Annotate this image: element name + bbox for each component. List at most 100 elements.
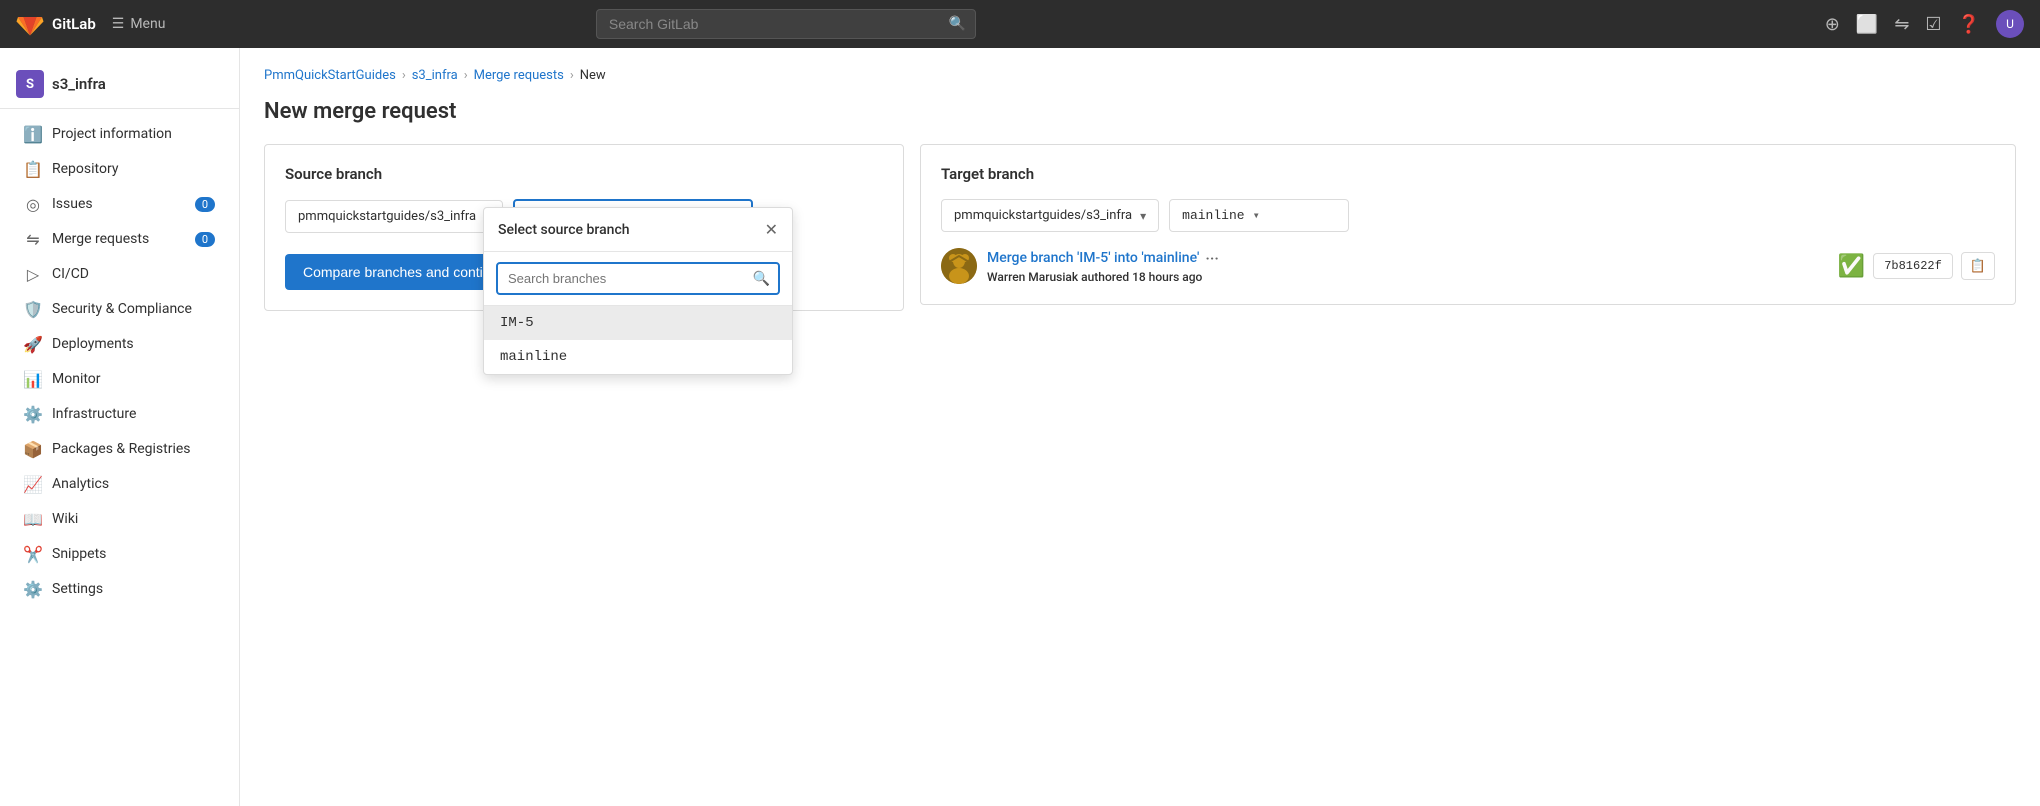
breadcrumb-pmm[interactable]: PmmQuickStartGuides bbox=[264, 68, 396, 83]
snippets-icon: ✂️ bbox=[24, 545, 42, 563]
target-branch-selectors: pmmquickstartguides/s3_infra ▾ mainline … bbox=[941, 199, 1995, 232]
sidebar-item-monitor[interactable]: 📊 Monitor bbox=[8, 362, 231, 396]
help-icon[interactable]: ❓ bbox=[1958, 14, 1980, 35]
sidebar-label: CI/CD bbox=[52, 266, 215, 282]
sidebar-label: Merge requests bbox=[52, 231, 185, 247]
sidebar-item-cicd[interactable]: ▷ CI/CD bbox=[8, 257, 231, 291]
status-check-icon: ✅ bbox=[1838, 254, 1865, 279]
commit-message: Merge branch 'IM-5' into 'mainline' ··· bbox=[987, 249, 1828, 268]
navbar: GitLab ☰ Menu 🔍 ⊕ ⬜ ⇋ ☑ ❓ U bbox=[0, 0, 2040, 48]
copy-hash-button[interactable]: 📋 bbox=[1961, 252, 1995, 280]
sidebar-label: Wiki bbox=[52, 511, 215, 527]
sidebar-item-deployments[interactable]: 🚀 Deployments bbox=[8, 327, 231, 361]
branch-panels: Source branch pmmquickstartguides/s3_inf… bbox=[264, 144, 2016, 311]
commit-avatar bbox=[941, 248, 977, 284]
merge-request-icon[interactable]: ⇋ bbox=[1894, 14, 1909, 35]
sidebar-label: Snippets bbox=[52, 546, 215, 562]
sidebar-label: Security & Compliance bbox=[52, 301, 215, 317]
search-icon: 🔍 bbox=[948, 16, 965, 32]
project-name: s3_infra bbox=[52, 75, 106, 93]
sidebar-item-snippets[interactable]: ✂️ Snippets bbox=[8, 537, 231, 571]
gitlab-wordmark: GitLab bbox=[52, 15, 96, 33]
breadcrumb: PmmQuickStartGuides › s3_infra › Merge r… bbox=[264, 68, 2016, 83]
mr-badge: 0 bbox=[195, 232, 215, 247]
deployments-icon: 🚀 bbox=[24, 335, 42, 353]
target-project-select[interactable]: pmmquickstartguides/s3_infra ▾ bbox=[941, 199, 1159, 232]
gitlab-logo[interactable]: GitLab bbox=[16, 10, 96, 38]
monitor-icon: 📊 bbox=[24, 370, 42, 388]
commit-author: Warren Marusiak bbox=[987, 270, 1078, 284]
commit-status: ✅ 7b81622f 📋 bbox=[1838, 252, 1995, 280]
close-icon[interactable]: ✕ bbox=[765, 220, 778, 239]
branch-option-mainline[interactable]: mainline bbox=[484, 340, 792, 374]
source-project-select[interactable]: pmmquickstartguides/s3_infra ▾ bbox=[285, 200, 503, 233]
target-branch-value: mainline bbox=[1182, 208, 1244, 223]
sidebar-label: Infrastructure bbox=[52, 406, 215, 422]
sidebar-item-settings[interactable]: ⚙️ Settings bbox=[8, 572, 231, 606]
branch-option-im5[interactable]: IM-5 bbox=[484, 306, 792, 340]
create-icon[interactable]: ⊕ bbox=[1825, 14, 1840, 35]
breadcrumb-s3[interactable]: s3_infra bbox=[412, 68, 458, 83]
repository-icon: 📋 bbox=[24, 160, 42, 178]
commit-info: Merge branch 'IM-5' into 'mainline' ··· … bbox=[941, 248, 1995, 284]
sidebar-label: Monitor bbox=[52, 371, 215, 387]
target-branch-select[interactable]: mainline ▾ bbox=[1169, 199, 1349, 232]
main-content: PmmQuickStartGuides › s3_infra › Merge r… bbox=[240, 48, 2040, 806]
info-icon: ℹ️ bbox=[24, 125, 42, 143]
navbar-actions: ⊕ ⬜ ⇋ ☑ ❓ U bbox=[1825, 10, 2024, 38]
global-search: 🔍 bbox=[596, 9, 976, 39]
dropdown-search-container: 🔍 bbox=[484, 252, 792, 306]
analytics-icon: 📈 bbox=[24, 475, 42, 493]
sidebar-item-repository[interactable]: 📋 Repository bbox=[8, 152, 231, 186]
sidebar-item-security[interactable]: 🛡️ Security & Compliance bbox=[8, 292, 231, 326]
settings-icon: ⚙️ bbox=[24, 580, 42, 598]
merge-icon: ⇋ bbox=[24, 230, 42, 248]
source-branch-panel: Source branch pmmquickstartguides/s3_inf… bbox=[264, 144, 904, 311]
chevron-down-icon: ▾ bbox=[1253, 208, 1260, 223]
layout: S s3_infra ℹ️ Project information 📋 Repo… bbox=[0, 48, 2040, 806]
sidebar-label: Analytics bbox=[52, 476, 215, 492]
infrastructure-icon: ⚙️ bbox=[24, 405, 42, 423]
commit-time: 18 hours ago bbox=[1132, 270, 1202, 284]
more-options-icon[interactable]: ··· bbox=[1205, 249, 1219, 268]
commit-details: Merge branch 'IM-5' into 'mainline' ··· … bbox=[987, 249, 1828, 284]
packages-icon: 📦 bbox=[24, 440, 42, 458]
sidebar-label: Settings bbox=[52, 581, 215, 597]
sidebar-label: Project information bbox=[52, 126, 215, 142]
chevron-down-icon: ▾ bbox=[1140, 209, 1146, 223]
target-project-value: pmmquickstartguides/s3_infra bbox=[954, 208, 1132, 223]
project-badge: S bbox=[16, 70, 44, 98]
issues-badge: 0 bbox=[195, 197, 215, 212]
dropdown-title: Select source branch bbox=[498, 222, 630, 238]
branch-dropdown: Select source branch ✕ 🔍 IM-5 mainline bbox=[483, 207, 793, 375]
commit-hash: 7b81622f bbox=[1873, 253, 1953, 279]
sidebar-item-infrastructure[interactable]: ⚙️ Infrastructure bbox=[8, 397, 231, 431]
sidebar-item-merge-requests[interactable]: ⇋ Merge requests 0 bbox=[8, 222, 231, 256]
dropdown-header: Select source branch ✕ bbox=[484, 208, 792, 252]
sidebar-item-issues[interactable]: ◎ Issues 0 bbox=[8, 187, 231, 221]
sidebar-label: Repository bbox=[52, 161, 215, 177]
sidebar-item-analytics[interactable]: 📈 Analytics bbox=[8, 467, 231, 501]
user-avatar[interactable]: U bbox=[1996, 10, 2024, 38]
sidebar-project[interactable]: S s3_infra bbox=[0, 60, 239, 109]
sidebar-item-packages[interactable]: 📦 Packages & Registries bbox=[8, 432, 231, 466]
issues-icon: ◎ bbox=[24, 195, 42, 213]
commit-meta: Warren Marusiak authored 18 hours ago bbox=[987, 270, 1828, 284]
target-branch-panel: Target branch pmmquickstartguides/s3_inf… bbox=[920, 144, 2016, 305]
page-title: New merge request bbox=[264, 99, 2016, 124]
cicd-icon: ▷ bbox=[24, 265, 42, 283]
menu-button[interactable]: ☰ Menu bbox=[112, 16, 166, 32]
shield-icon: 🛡️ bbox=[24, 300, 42, 318]
search-icon: 🔍 bbox=[753, 271, 770, 287]
search-input[interactable] bbox=[596, 9, 976, 39]
sidebar-item-wiki[interactable]: 📖 Wiki bbox=[8, 502, 231, 536]
breadcrumb-mr[interactable]: Merge requests bbox=[474, 68, 564, 83]
issues-icon[interactable]: ☑ bbox=[1925, 14, 1941, 35]
sidebar-item-project-information[interactable]: ℹ️ Project information bbox=[8, 117, 231, 151]
sidebar-label: Issues bbox=[52, 196, 185, 212]
sidebar: S s3_infra ℹ️ Project information 📋 Repo… bbox=[0, 48, 240, 806]
todo-icon[interactable]: ⬜ bbox=[1856, 14, 1878, 35]
source-project-value: pmmquickstartguides/s3_infra bbox=[298, 209, 476, 224]
wiki-icon: 📖 bbox=[24, 510, 42, 528]
branch-search-input[interactable] bbox=[496, 262, 780, 295]
